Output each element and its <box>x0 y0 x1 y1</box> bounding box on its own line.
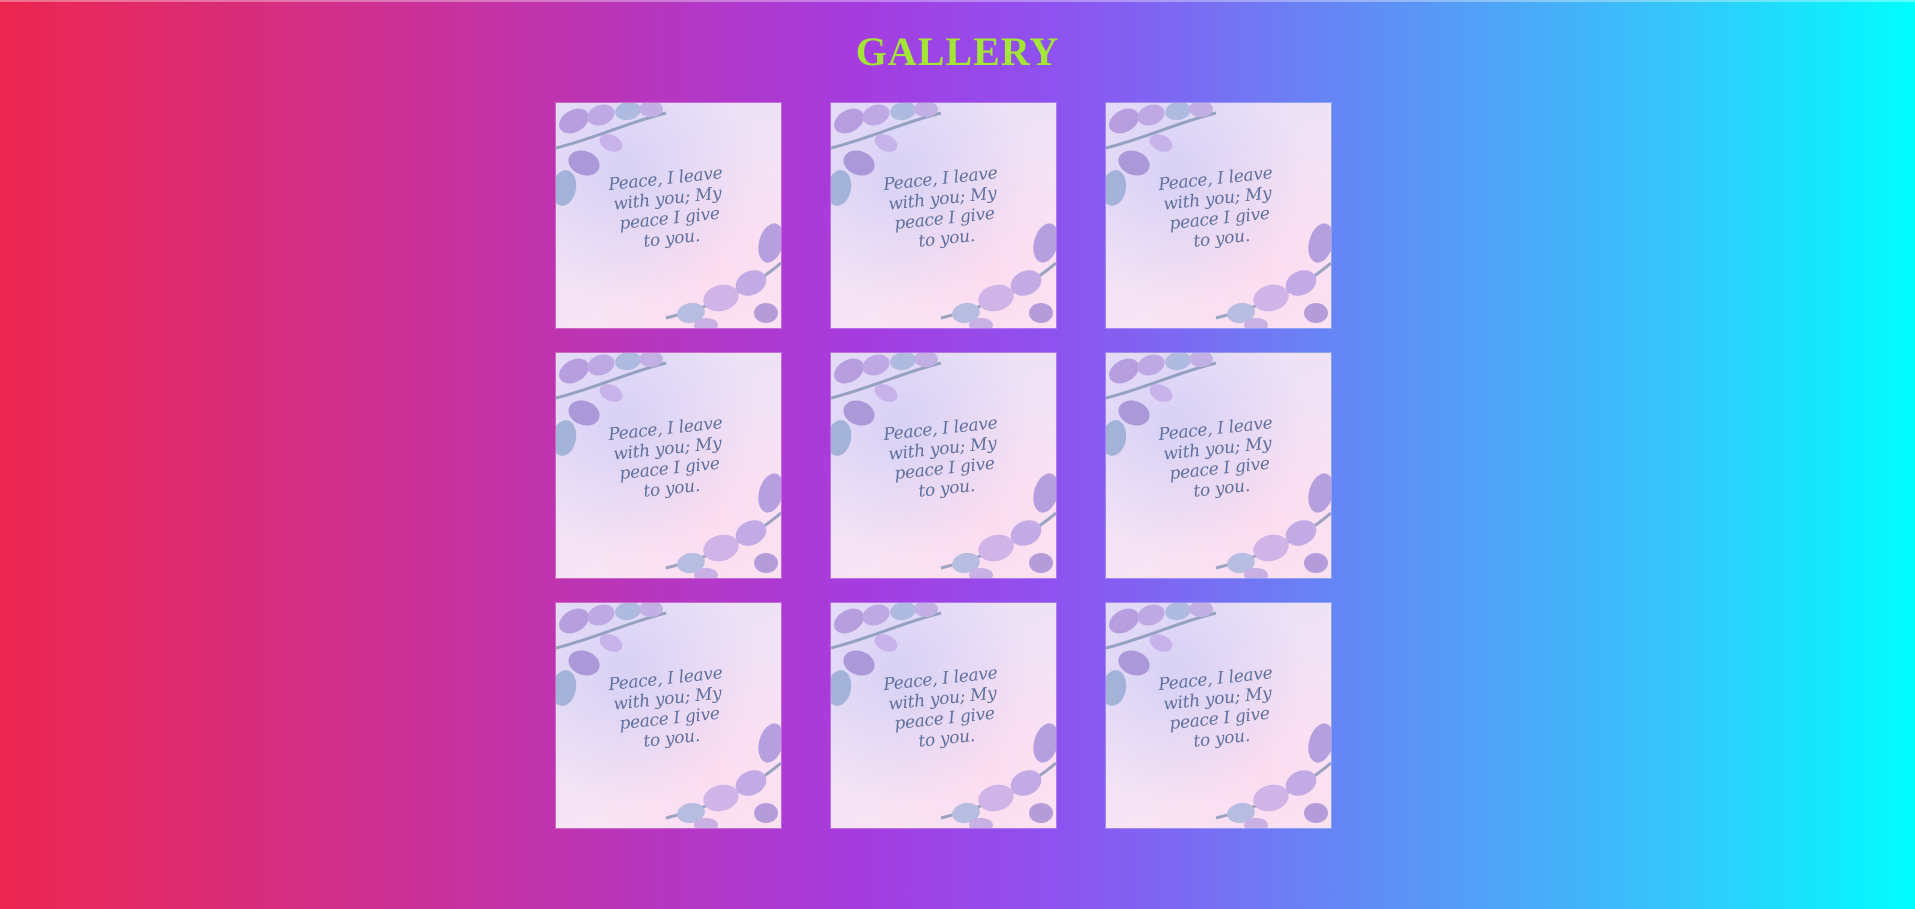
gallery-image[interactable]: Peace, I leave with you; My peace I give… <box>831 103 1056 328</box>
page-title: GALLERY <box>855 29 1060 74</box>
gallery-image[interactable]: Peace, I leave with you; My peace I give… <box>1106 603 1331 828</box>
gallery-image[interactable]: Peace, I leave with you; My peace I give… <box>1106 353 1331 578</box>
gallery-image[interactable]: Peace, I leave with you; My peace I give… <box>1106 103 1331 328</box>
gallery-image[interactable]: Peace, I leave with you; My peace I give… <box>831 603 1056 828</box>
gallery-image[interactable]: Peace, I leave with you; My peace I give… <box>556 103 781 328</box>
gallery-grid: Peace, I leave with you; My peace I give… <box>556 103 1331 828</box>
gallery-image[interactable]: Peace, I leave with you; My peace I give… <box>556 603 781 828</box>
gallery-image[interactable]: Peace, I leave with you; My peace I give… <box>556 353 781 578</box>
gallery-image[interactable]: Peace, I leave with you; My peace I give… <box>831 353 1056 578</box>
top-edge-line <box>0 0 1915 2</box>
